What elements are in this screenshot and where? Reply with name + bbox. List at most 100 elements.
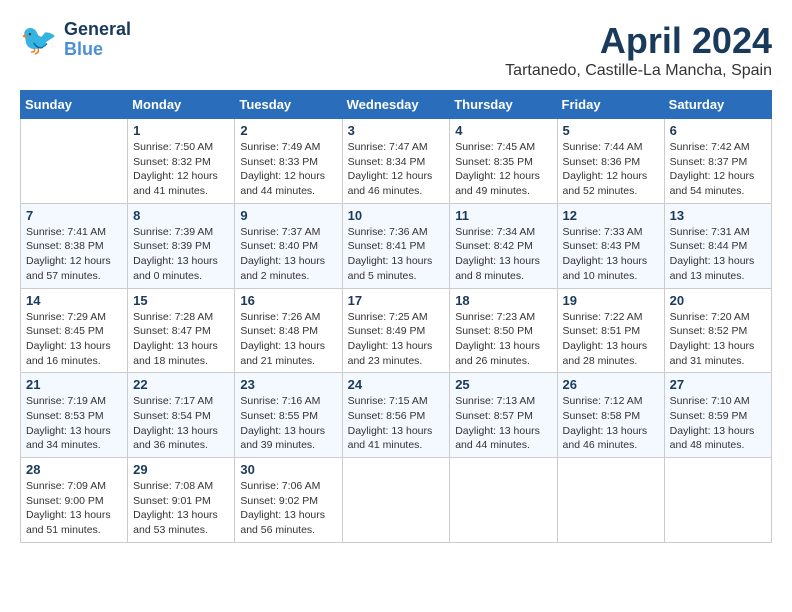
day-cell xyxy=(342,458,450,543)
day-cell: 3 Sunrise: 7:47 AMSunset: 8:34 PMDaylight… xyxy=(342,119,450,204)
day-info: Sunrise: 7:19 AMSunset: 8:53 PMDaylight:… xyxy=(26,394,122,453)
day-cell xyxy=(557,458,664,543)
day-number: 30 xyxy=(240,462,336,477)
day-cell: 20Sunrise: 7:20 AMSunset: 8:52 PMDayligh… xyxy=(664,288,771,373)
header-saturday: Saturday xyxy=(664,91,771,119)
day-number: 4 xyxy=(455,123,551,138)
day-info: Sunrise: 7:12 AMSunset: 8:58 PMDaylight:… xyxy=(563,394,659,453)
day-info: Sunrise: 7:37 AMSunset: 8:40 PMDaylight:… xyxy=(240,225,336,284)
day-cell: 13Sunrise: 7:31 AMSunset: 8:44 PMDayligh… xyxy=(664,203,771,288)
day-info: Sunrise: 7:16 AMSunset: 8:55 PMDaylight:… xyxy=(240,394,336,453)
day-info: Sunrise: 7:06 AMSunset: 9:02 PMDaylight:… xyxy=(240,479,336,538)
day-number: 17 xyxy=(348,293,445,308)
day-cell: 28 Sunrise: 7:09 AMSunset: 9:00 PMDayligh… xyxy=(21,458,128,543)
day-cell: 29 Sunrise: 7:08 AMSunset: 9:01 PMDayligh… xyxy=(128,458,235,543)
day-number: 19 xyxy=(563,293,659,308)
day-cell: 22 Sunrise: 7:17 AMSunset: 8:54 PMDayligh… xyxy=(128,373,235,458)
day-number: 2 xyxy=(240,123,336,138)
logo-text: General Blue xyxy=(64,20,131,60)
day-info: Sunrise: 7:50 AMSunset: 8:32 PMDaylight:… xyxy=(133,140,229,199)
day-cell: 8Sunrise: 7:39 AMSunset: 8:39 PMDaylight… xyxy=(128,203,235,288)
header-wednesday: Wednesday xyxy=(342,91,450,119)
day-cell: 24 Sunrise: 7:15 AMSunset: 8:56 PMDayligh… xyxy=(342,373,450,458)
day-number: 29 xyxy=(133,462,229,477)
day-cell: 21Sunrise: 7:19 AMSunset: 8:53 PMDayligh… xyxy=(21,373,128,458)
day-info: Sunrise: 7:25 AMSunset: 8:49 PMDaylight:… xyxy=(348,310,445,369)
month-year-title: April 2024 xyxy=(505,20,772,62)
day-number: 20 xyxy=(670,293,766,308)
day-info: Sunrise: 7:17 AMSunset: 8:54 PMDaylight:… xyxy=(133,394,229,453)
day-info: Sunrise: 7:09 AMSunset: 9:00 PMDaylight:… xyxy=(26,479,122,538)
day-info: Sunrise: 7:45 AMSunset: 8:35 PMDaylight:… xyxy=(455,140,551,199)
day-number: 5 xyxy=(563,123,659,138)
day-info: Sunrise: 7:42 AMSunset: 8:37 PMDaylight:… xyxy=(670,140,766,199)
day-number: 18 xyxy=(455,293,551,308)
title-area: April 2024 Tartanedo, Castille-La Mancha… xyxy=(505,20,772,80)
day-info: Sunrise: 7:39 AMSunset: 8:39 PMDaylight:… xyxy=(133,225,229,284)
logo: 🐦 General Blue xyxy=(20,20,131,60)
header-thursday: Thursday xyxy=(450,91,557,119)
day-info: Sunrise: 7:41 AMSunset: 8:38 PMDaylight:… xyxy=(26,225,122,284)
calendar-table: SundayMondayTuesdayWednesdayThursdayFrid… xyxy=(20,90,772,543)
day-cell: 6 Sunrise: 7:42 AMSunset: 8:37 PMDaylight… xyxy=(664,119,771,204)
day-info: Sunrise: 7:28 AMSunset: 8:47 PMDaylight:… xyxy=(133,310,229,369)
day-cell: 5 Sunrise: 7:44 AMSunset: 8:36 PMDaylight… xyxy=(557,119,664,204)
day-number: 27 xyxy=(670,377,766,392)
day-number: 3 xyxy=(348,123,445,138)
day-number: 26 xyxy=(563,377,659,392)
day-cell: 11 Sunrise: 7:34 AMSunset: 8:42 PMDayligh… xyxy=(450,203,557,288)
day-info: Sunrise: 7:31 AMSunset: 8:44 PMDaylight:… xyxy=(670,225,766,284)
day-number: 25 xyxy=(455,377,551,392)
day-info: Sunrise: 7:10 AMSunset: 8:59 PMDaylight:… xyxy=(670,394,766,453)
logo-blue: Blue xyxy=(64,40,131,60)
day-cell xyxy=(21,119,128,204)
day-info: Sunrise: 7:47 AMSunset: 8:34 PMDaylight:… xyxy=(348,140,445,199)
header: 🐦 General Blue April 2024 Tartanedo, Cas… xyxy=(20,20,772,80)
logo-general: General xyxy=(64,20,131,40)
logo-bird-icon: 🐦 xyxy=(20,20,60,60)
day-info: Sunrise: 7:49 AMSunset: 8:33 PMDaylight:… xyxy=(240,140,336,199)
day-number: 10 xyxy=(348,208,445,223)
day-info: Sunrise: 7:22 AMSunset: 8:51 PMDaylight:… xyxy=(563,310,659,369)
day-cell: 10 Sunrise: 7:36 AMSunset: 8:41 PMDayligh… xyxy=(342,203,450,288)
week-row-1: 7 Sunrise: 7:41 AMSunset: 8:38 PMDaylight… xyxy=(21,203,772,288)
week-row-3: 21Sunrise: 7:19 AMSunset: 8:53 PMDayligh… xyxy=(21,373,772,458)
day-cell xyxy=(664,458,771,543)
day-cell: 25Sunrise: 7:13 AMSunset: 8:57 PMDayligh… xyxy=(450,373,557,458)
day-info: Sunrise: 7:36 AMSunset: 8:41 PMDaylight:… xyxy=(348,225,445,284)
day-number: 16 xyxy=(240,293,336,308)
day-cell xyxy=(450,458,557,543)
calendar-header-row: SundayMondayTuesdayWednesdayThursdayFrid… xyxy=(21,91,772,119)
day-number: 28 xyxy=(26,462,122,477)
week-row-0: 1 Sunrise: 7:50 AMSunset: 8:32 PMDaylight… xyxy=(21,119,772,204)
day-number: 22 xyxy=(133,377,229,392)
day-number: 14 xyxy=(26,293,122,308)
day-info: Sunrise: 7:44 AMSunset: 8:36 PMDaylight:… xyxy=(563,140,659,199)
day-number: 7 xyxy=(26,208,122,223)
week-row-2: 14Sunrise: 7:29 AMSunset: 8:45 PMDayligh… xyxy=(21,288,772,373)
day-number: 23 xyxy=(240,377,336,392)
day-number: 6 xyxy=(670,123,766,138)
day-info: Sunrise: 7:15 AMSunset: 8:56 PMDaylight:… xyxy=(348,394,445,453)
day-cell: 4 Sunrise: 7:45 AMSunset: 8:35 PMDaylight… xyxy=(450,119,557,204)
day-info: Sunrise: 7:33 AMSunset: 8:43 PMDaylight:… xyxy=(563,225,659,284)
header-friday: Friday xyxy=(557,91,664,119)
day-number: 1 xyxy=(133,123,229,138)
svg-text:🐦: 🐦 xyxy=(20,24,57,57)
day-info: Sunrise: 7:34 AMSunset: 8:42 PMDaylight:… xyxy=(455,225,551,284)
day-info: Sunrise: 7:08 AMSunset: 9:01 PMDaylight:… xyxy=(133,479,229,538)
day-number: 11 xyxy=(455,208,551,223)
day-cell: 2 Sunrise: 7:49 AMSunset: 8:33 PMDaylight… xyxy=(235,119,342,204)
header-sunday: Sunday xyxy=(21,91,128,119)
day-cell: 7 Sunrise: 7:41 AMSunset: 8:38 PMDaylight… xyxy=(21,203,128,288)
day-cell: 27 Sunrise: 7:10 AMSunset: 8:59 PMDayligh… xyxy=(664,373,771,458)
header-tuesday: Tuesday xyxy=(235,91,342,119)
day-cell: 12Sunrise: 7:33 AMSunset: 8:43 PMDayligh… xyxy=(557,203,664,288)
day-cell: 30 Sunrise: 7:06 AMSunset: 9:02 PMDayligh… xyxy=(235,458,342,543)
day-cell: 19 Sunrise: 7:22 AMSunset: 8:51 PMDayligh… xyxy=(557,288,664,373)
day-cell: 17 Sunrise: 7:25 AMSunset: 8:49 PMDayligh… xyxy=(342,288,450,373)
day-number: 15 xyxy=(133,293,229,308)
header-monday: Monday xyxy=(128,91,235,119)
day-number: 24 xyxy=(348,377,445,392)
day-cell: 1 Sunrise: 7:50 AMSunset: 8:32 PMDaylight… xyxy=(128,119,235,204)
